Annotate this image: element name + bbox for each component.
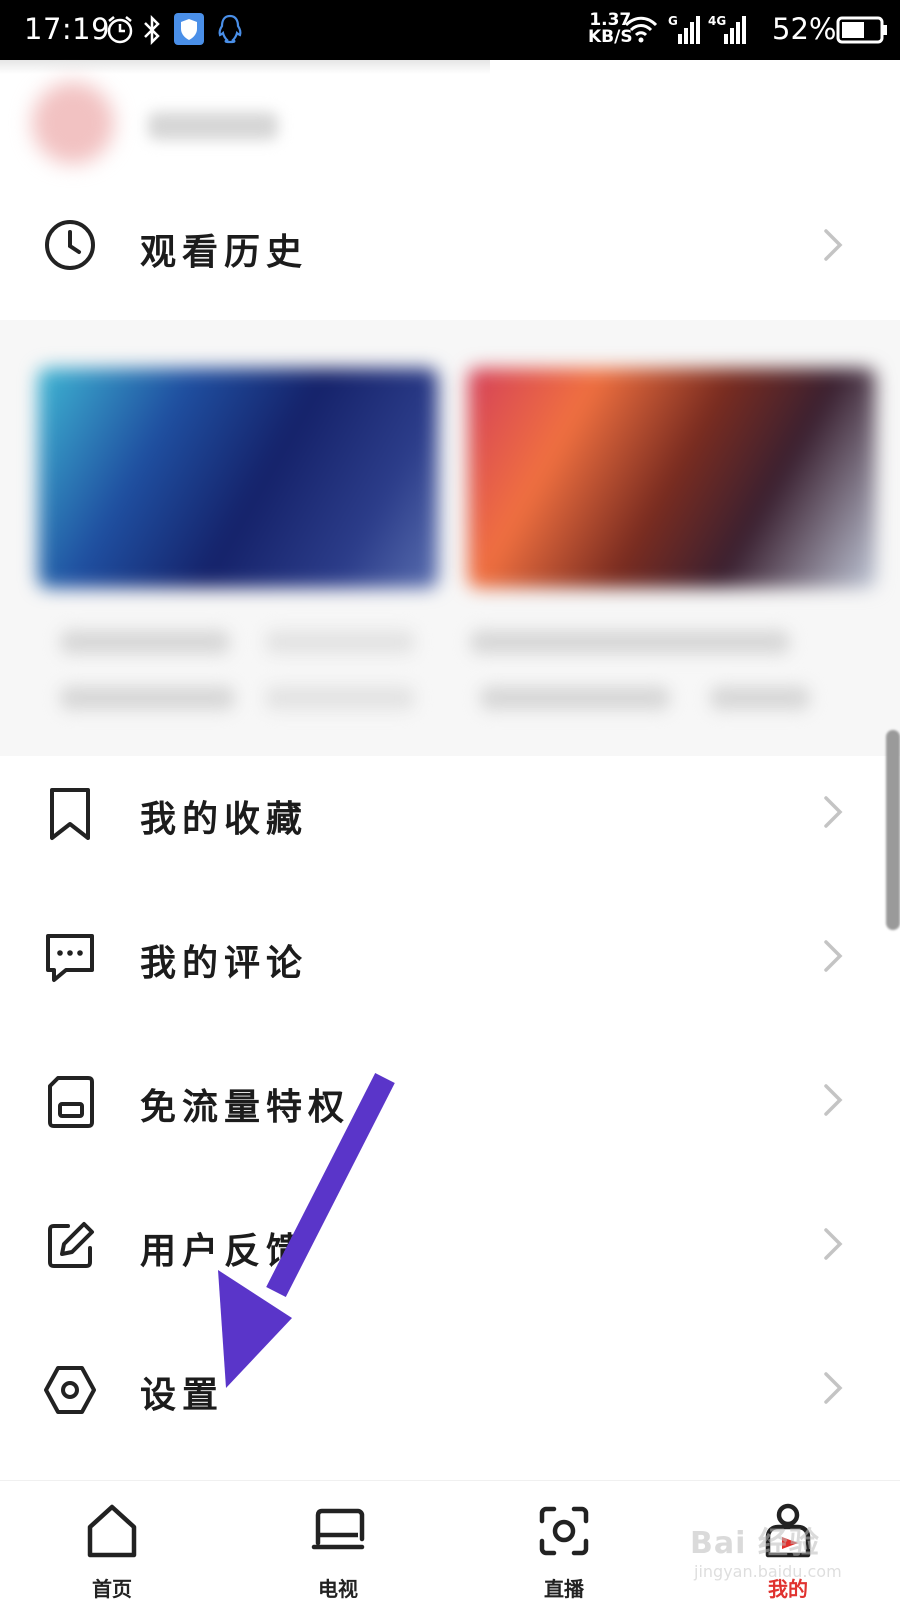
sim-card-icon	[48, 1076, 94, 1128]
menu-item-feedback[interactable]: 用户反馈	[0, 1184, 900, 1304]
battery-percent: 52%	[772, 12, 837, 46]
history-thumbnail[interactable]	[468, 368, 876, 588]
qq-icon	[218, 14, 242, 44]
menu-label-settings: 设置	[140, 1374, 225, 1416]
battery-icon	[836, 16, 887, 44]
avatar[interactable]	[32, 82, 114, 164]
comment-icon	[46, 934, 94, 982]
user-name-blurred	[148, 112, 278, 140]
status-time: 17:19	[24, 12, 111, 46]
history-title-blurred	[60, 686, 235, 710]
menu-item-free-data[interactable]: 免流量特权	[0, 1040, 900, 1160]
alarm-icon	[107, 16, 133, 44]
watermark-main: Bai 经验	[690, 1526, 820, 1561]
clock-icon	[45, 220, 95, 270]
signal-1-icon	[678, 16, 700, 44]
menu-label-favorites: 我的收藏	[140, 798, 309, 840]
history-title-blurred	[265, 686, 415, 710]
nav-home-label: 首页	[92, 1577, 132, 1601]
chevron-right-icon	[824, 229, 843, 261]
nav-live-label: 直播	[544, 1577, 584, 1601]
menu-item-settings[interactable]: 设置	[0, 1328, 900, 1448]
bookmark-icon	[50, 788, 90, 840]
live-icon	[539, 1506, 589, 1556]
nav-home[interactable]: 首页	[42, 1481, 182, 1601]
history-title-blurred	[60, 630, 230, 654]
chevron-right-icon	[824, 940, 843, 972]
history-title-blurred	[470, 630, 790, 654]
menu-item-comments[interactable]: 我的评论	[0, 896, 900, 1016]
history-strip[interactable]	[0, 320, 900, 756]
chevron-right-icon	[824, 796, 843, 828]
status-bar: 17:19 1.37 KB/S G 4G 52%	[0, 0, 900, 60]
home-icon	[87, 1504, 137, 1558]
tv-icon	[311, 1508, 365, 1550]
menu-label-history: 观看历史	[140, 231, 309, 273]
menu-label-feedback: 用户反馈	[140, 1230, 309, 1272]
nav-tv-label: 电视	[318, 1577, 358, 1601]
chevron-right-icon	[824, 1228, 843, 1260]
profile-header[interactable]	[0, 60, 900, 180]
history-thumbnail[interactable]	[38, 368, 438, 588]
watermark-sub: jingyan.baidu.com	[694, 1562, 842, 1581]
nav-tv[interactable]: 电视	[268, 1481, 408, 1601]
menu-label-comments: 我的评论	[140, 942, 309, 984]
settings-hexagon-icon	[44, 1366, 96, 1414]
history-title-blurred	[265, 630, 415, 654]
menu-label-free-data: 免流量特权	[140, 1086, 351, 1128]
profile-shade	[0, 60, 490, 74]
chevron-right-icon	[824, 1372, 843, 1404]
history-title-blurred	[480, 686, 670, 710]
shield-app-icon	[174, 13, 204, 45]
wifi-icon	[624, 16, 658, 43]
menu-item-history[interactable]: 观看历史	[0, 185, 900, 305]
nav-live[interactable]: 直播	[494, 1481, 634, 1601]
menu-item-favorites[interactable]: 我的收藏	[0, 752, 900, 872]
chevron-right-icon	[824, 1084, 843, 1116]
edit-icon	[48, 1222, 94, 1268]
signal-2-icon	[724, 16, 746, 44]
bluetooth-icon	[144, 15, 160, 45]
signal-1-tag: G	[668, 14, 678, 28]
history-title-blurred	[710, 686, 810, 710]
baidu-watermark: Bai 经验 jingyan.baidu.com	[690, 1518, 870, 1588]
